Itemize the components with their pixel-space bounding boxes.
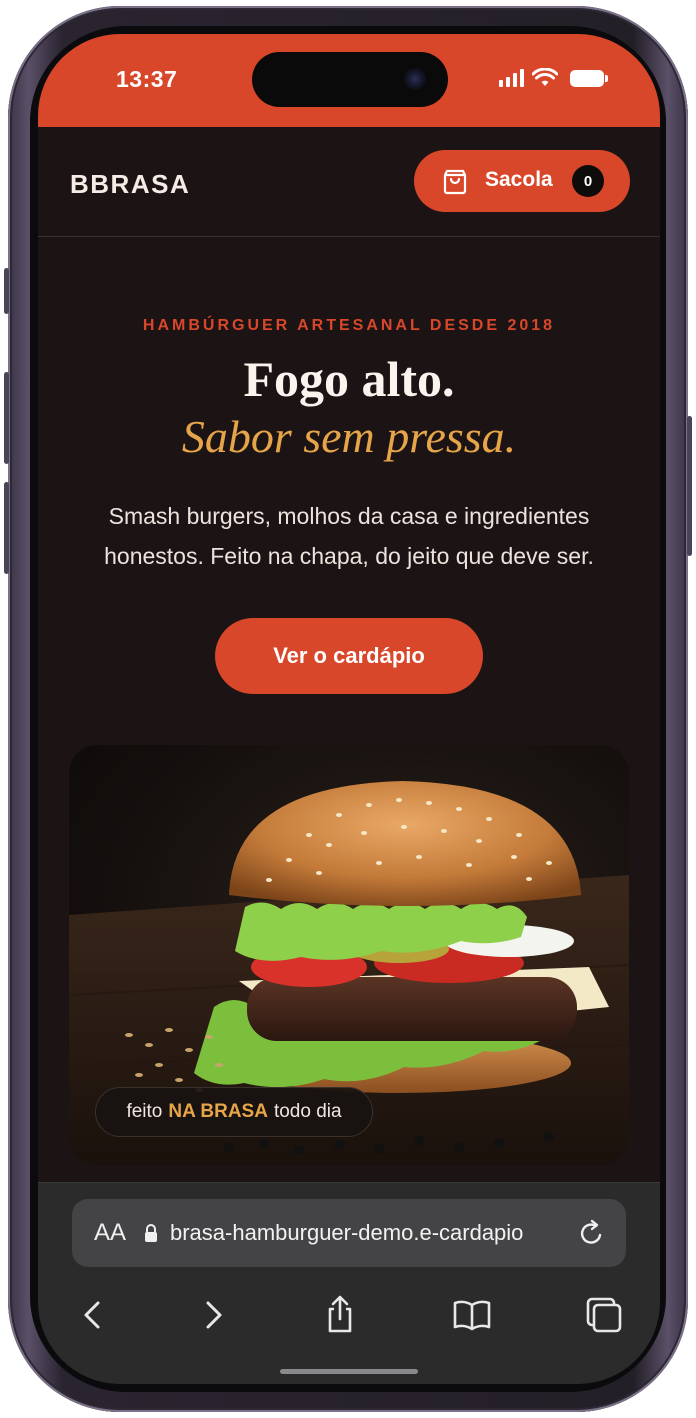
hero-subtitle: Sabor sem pressa.: [181, 411, 517, 462]
volume-up-button: [4, 372, 9, 464]
wifi-icon: [532, 68, 558, 86]
dynamic-island: [252, 52, 448, 107]
bookmarks-icon[interactable]: [452, 1295, 492, 1335]
power-button: [687, 416, 692, 556]
badge-prefix: feito: [126, 1101, 163, 1122]
hero-eyebrow: HAMBÚRGUER ARTESANAL DESDE 2018: [142, 317, 556, 334]
action-button: [4, 268, 9, 314]
status-bar: 13:37: [38, 34, 660, 127]
reader-settings-button[interactable]: AA: [94, 1219, 126, 1247]
bag-icon: [443, 169, 467, 195]
lock-icon: [145, 1224, 157, 1242]
screen: 13:37 BBRASA Sacola 0 HAMBÚRGUER ARTESAN…: [38, 34, 660, 1384]
bag-label: Sacola: [485, 168, 553, 191]
status-icons: [499, 68, 608, 88]
photo-badge: feito NA BRASA todo dia: [95, 1087, 373, 1137]
bag-button[interactable]: Sacola 0: [414, 150, 630, 212]
url-text[interactable]: brasa-hamburguer-demo.e-cardapio: [170, 1220, 523, 1246]
camera-icon: [404, 68, 426, 90]
address-bar[interactable]: AA brasa-hamburguer-demo.e-cardapio: [72, 1199, 626, 1267]
burger-photo: feito NA BRASA todo dia: [69, 745, 629, 1165]
reload-icon[interactable]: [576, 1217, 606, 1249]
logo[interactable]: BBRASA: [70, 169, 190, 200]
back-icon[interactable]: [74, 1295, 114, 1335]
browser-bar: AA brasa-hamburguer-demo.e-cardapio: [38, 1182, 660, 1384]
hero-description: Smash burgers, molhos da casa e ingredie…: [104, 503, 594, 569]
badge-suffix: todo dia: [273, 1101, 342, 1122]
tabs-icon[interactable]: [584, 1295, 624, 1335]
hero-title: Fogo alto.: [243, 351, 455, 407]
share-icon[interactable]: [320, 1295, 360, 1335]
signal-icon: [499, 69, 524, 87]
forward-icon[interactable]: [192, 1295, 232, 1335]
view-menu-button[interactable]: Ver o cardápio: [215, 618, 483, 694]
bag-count-badge: 0: [572, 165, 604, 197]
browser-toolbar: [38, 1287, 660, 1347]
volume-down-button: [4, 482, 9, 574]
badge-highlight: NA BRASA: [168, 1101, 268, 1122]
status-time: 13:37: [116, 66, 178, 92]
home-indicator: [280, 1369, 418, 1374]
site-header: BBRASA Sacola 0: [38, 127, 660, 237]
battery-icon: [570, 69, 608, 87]
